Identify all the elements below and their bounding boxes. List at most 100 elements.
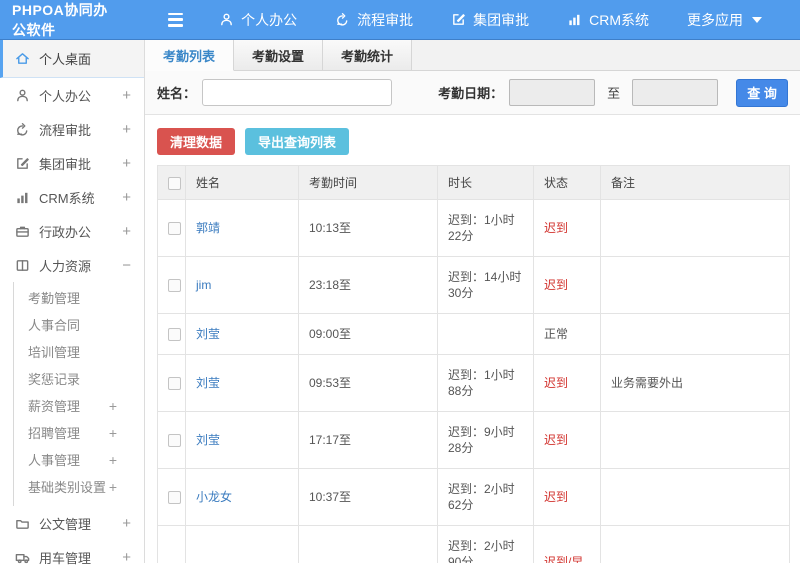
- menu-toggle-icon[interactable]: [168, 13, 183, 27]
- sidebar-item-label: 个人办公: [39, 86, 91, 105]
- sidebar-sublist: 考勤管理人事合同培训管理奖惩记录薪资管理+招聘管理+人事管理+基础类别设置+: [13, 282, 144, 506]
- sidebar-item-3[interactable]: 集团审批 +: [0, 146, 144, 180]
- column-header: 考勤时间: [299, 166, 438, 200]
- employee-name-link[interactable]: 刘莹: [196, 433, 220, 447]
- duration-cell: 迟到：2小时90分早退：7小时10分: [438, 526, 534, 564]
- topnav-item-1[interactable]: 流程审批: [335, 10, 413, 30]
- duration-cell: 迟到：1小时88分: [438, 355, 534, 412]
- expand-icon[interactable]: +: [122, 87, 131, 104]
- person-icon: [219, 12, 234, 27]
- export-list-button[interactable]: 导出查询列表: [245, 128, 349, 155]
- tab-0[interactable]: 考勤列表: [145, 40, 234, 71]
- employee-name-link[interactable]: 小龙女: [196, 490, 232, 504]
- employee-name-link[interactable]: 郭靖: [196, 221, 220, 235]
- table-header-row: 姓名考勤时间时长状态备注: [158, 166, 790, 200]
- sidebar-item-label: 用车管理: [39, 548, 91, 567]
- sidebar-item-label: 集团审批: [39, 154, 91, 173]
- sidebar-item-5[interactable]: 行政办公+: [0, 214, 144, 248]
- sidebar-subitem-7[interactable]: 基础类别设置+: [14, 473, 144, 500]
- expand-icon[interactable]: +: [122, 515, 131, 532]
- status-badge: 迟到: [534, 412, 601, 469]
- sidebar-subitem-label: 招聘管理: [28, 423, 80, 442]
- select-all-checkbox[interactable]: [168, 177, 181, 190]
- sidebar-item-8[interactable]: 用车管理+: [0, 540, 144, 574]
- attendance-table: 姓名考勤时间时长状态备注 郭靖10:13至迟到：1小时22分迟到jim23:18…: [157, 165, 790, 563]
- date-from-input[interactable]: [509, 79, 595, 106]
- clean-data-button[interactable]: 清理数据: [157, 128, 235, 155]
- expand-icon[interactable]: +: [109, 425, 117, 441]
- expand-icon[interactable]: +: [122, 155, 131, 172]
- sidebar-subitem-label: 人事合同: [28, 315, 80, 334]
- expand-icon[interactable]: +: [109, 479, 117, 495]
- expand-icon[interactable]: +: [122, 121, 131, 138]
- sidebar-subitem-2[interactable]: 培训管理: [14, 338, 144, 365]
- row-checkbox[interactable]: [168, 434, 181, 447]
- sidebar-item-label: 流程审批: [39, 120, 91, 139]
- attendance-time-cell: 17:17至: [299, 412, 438, 469]
- topnav-item-2[interactable]: 集团审批: [451, 10, 529, 30]
- briefcase-icon: [15, 224, 30, 239]
- collapse-icon[interactable]: −: [122, 257, 131, 274]
- row-checkbox[interactable]: [168, 377, 181, 390]
- sidebar-item-label: CRM系统: [39, 188, 95, 207]
- expand-icon[interactable]: +: [109, 452, 117, 468]
- attendance-time-cell: 09:53至: [299, 355, 438, 412]
- sidebar-subitem-label: 奖惩记录: [28, 369, 80, 388]
- topnav-item-0[interactable]: 个人办公: [219, 10, 297, 30]
- tab-bar: 考勤列表考勤设置考勤统计: [145, 40, 800, 71]
- topnav-item-label: CRM系统: [589, 10, 649, 30]
- sidebar-subitem-label: 人事管理: [28, 450, 80, 469]
- row-checkbox[interactable]: [168, 491, 181, 504]
- sidebar-item-label: 个人桌面: [39, 49, 91, 68]
- note-cell: [601, 200, 790, 257]
- folder-icon: [15, 516, 30, 531]
- sidebar-item-label: 人力资源: [39, 256, 91, 275]
- sidebar-subitem-6[interactable]: 人事管理 +: [14, 446, 144, 473]
- sidebar-item-1[interactable]: 个人办公 +: [0, 78, 144, 112]
- sidebar-item-0[interactable]: 个人桌面: [0, 40, 144, 78]
- edit-icon: [15, 156, 30, 171]
- main-content: 考勤列表考勤设置考勤统计 姓名： 考勤日期： 至 查 询 清理数据 导出查询列表…: [145, 40, 800, 563]
- note-cell: [601, 412, 790, 469]
- sidebar-item-4[interactable]: CRM系统 +: [0, 180, 144, 214]
- date-to-input[interactable]: [632, 79, 718, 106]
- sidebar-subitem-5[interactable]: 招聘管理 +: [14, 419, 144, 446]
- employee-name-link[interactable]: jim: [196, 278, 211, 292]
- name-filter-input[interactable]: [202, 79, 392, 106]
- row-checkbox[interactable]: [168, 279, 181, 292]
- sidebar-subitem-4[interactable]: 薪资管理 +: [14, 392, 144, 419]
- row-checkbox[interactable]: [168, 222, 181, 235]
- sidebar-subitem-0[interactable]: 考勤管理: [14, 284, 144, 311]
- topnav-item-4[interactable]: 更多应用: [687, 10, 762, 30]
- flow-icon: [335, 12, 350, 27]
- sidebar-item-6[interactable]: 人力资源 −: [0, 248, 144, 282]
- employee-name-link[interactable]: 刘莹: [196, 376, 220, 390]
- status-badge: 迟到: [534, 469, 601, 526]
- expand-icon[interactable]: +: [122, 189, 131, 206]
- sidebar-subitem-1[interactable]: 人事合同: [14, 311, 144, 338]
- note-cell: [601, 314, 790, 355]
- employee-name-link[interactable]: 刘莹: [196, 327, 220, 341]
- note-cell: 1111: [601, 526, 790, 564]
- sidebar-item-7[interactable]: 公文管理+: [0, 506, 144, 540]
- note-cell: [601, 257, 790, 314]
- sidebar-subitem-3[interactable]: 奖惩记录: [14, 365, 144, 392]
- expand-icon[interactable]: +: [109, 398, 117, 414]
- table-row: 刘莹17:17至迟到：9小时28分迟到: [158, 412, 790, 469]
- action-buttons: 清理数据 导出查询列表: [145, 115, 800, 165]
- row-checkbox[interactable]: [168, 328, 181, 341]
- status-badge: 迟到: [534, 200, 601, 257]
- table-row: 管理员10:54至10:54迟到：2小时90分早退：7小时10分迟到/早退111…: [158, 526, 790, 564]
- search-filter-bar: 姓名： 考勤日期： 至 查 询: [145, 71, 800, 115]
- search-button[interactable]: 查 询: [736, 79, 788, 107]
- topnav-item-label: 流程审批: [357, 10, 413, 30]
- sidebar-item-2[interactable]: 流程审批 +: [0, 112, 144, 146]
- expand-icon[interactable]: +: [122, 223, 131, 240]
- caret-down-icon: [752, 17, 762, 23]
- date-range-to-label: 至: [607, 83, 620, 102]
- note-cell: [601, 469, 790, 526]
- topnav-item-3[interactable]: CRM系统: [567, 10, 649, 30]
- tab-2[interactable]: 考勤统计: [323, 40, 412, 70]
- tab-1[interactable]: 考勤设置: [234, 40, 323, 70]
- sidebar-subitem-label: 薪资管理: [28, 396, 80, 415]
